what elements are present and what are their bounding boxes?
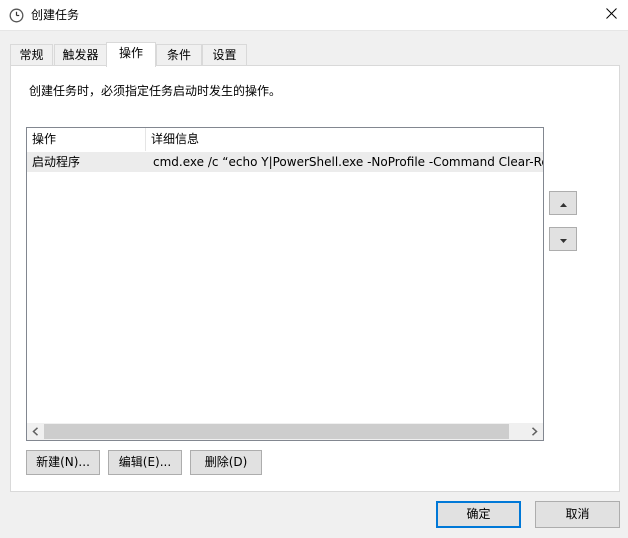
tab-actions[interactable]: 操作 [106, 42, 156, 67]
row-details-cell: cmd.exe /c “echo Y|PowerShell.exe -NoPro… [153, 155, 543, 169]
delete-action-button[interactable]: 删除(D) [190, 450, 262, 475]
tab-label: 触发器 [62, 48, 99, 62]
tab-label: 设置 [212, 48, 237, 62]
tab-label: 条件 [166, 48, 191, 62]
column-header-action[interactable]: 操作 [27, 128, 145, 151]
new-action-button[interactable]: 新建(N)... [26, 450, 100, 475]
list-header: 操作 详细信息 [27, 128, 543, 151]
clock-icon [9, 8, 24, 23]
move-down-button[interactable] [549, 227, 577, 251]
edit-action-button[interactable]: 编辑(E)... [108, 450, 182, 475]
chevron-right-icon [531, 425, 538, 439]
column-header-details[interactable]: 详细信息 [146, 128, 543, 151]
close-icon [605, 8, 617, 22]
tab-conditions[interactable]: 条件 [156, 44, 202, 66]
tab-settings[interactable]: 设置 [202, 44, 247, 66]
ok-button[interactable]: 确定 [436, 501, 521, 528]
table-row[interactable]: 启动程序 cmd.exe /c “echo Y|PowerShell.exe -… [27, 152, 543, 172]
scroll-right-button[interactable] [526, 423, 543, 440]
horizontal-scrollbar[interactable] [27, 423, 543, 440]
down-arrow-icon [559, 232, 567, 246]
cancel-button[interactable]: 取消 [535, 501, 620, 528]
panel-description: 创建任务时，必须指定任务启动时发生的操作。 [29, 84, 282, 98]
window-title: 创建任务 [31, 8, 80, 22]
tab-label: 常规 [19, 48, 44, 62]
row-action-cell: 启动程序 [32, 155, 81, 169]
tab-general[interactable]: 常规 [10, 44, 53, 66]
actions-panel: 创建任务时，必须指定任务启动时发生的操作。 操作 详细信息 启动程序 cmd.e… [10, 65, 620, 492]
scroll-left-button[interactable] [27, 423, 44, 440]
tab-label: 操作 [118, 46, 143, 60]
up-arrow-icon [559, 196, 567, 210]
scrollbar-thumb[interactable] [44, 424, 509, 439]
chevron-left-icon [32, 425, 39, 439]
close-button[interactable] [598, 3, 624, 27]
title-bar: 创建任务 [0, 0, 628, 31]
actions-list[interactable]: 操作 详细信息 启动程序 cmd.exe /c “echo Y|PowerShe… [26, 127, 544, 441]
tab-triggers[interactable]: 触发器 [54, 44, 107, 66]
move-up-button[interactable] [549, 191, 577, 215]
